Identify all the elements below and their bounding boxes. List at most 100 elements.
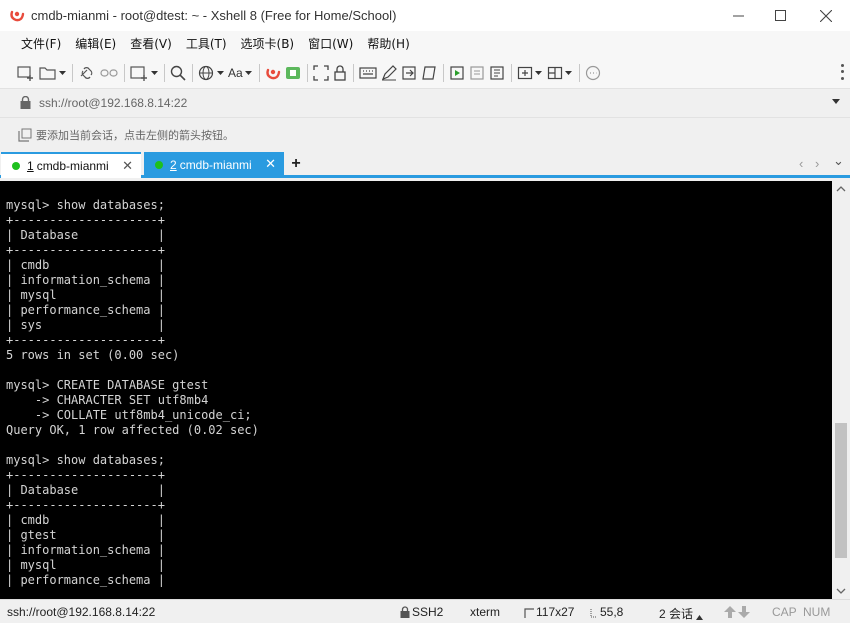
- connected-status-dot: [12, 162, 20, 170]
- open-folder-button[interactable]: [39, 62, 56, 84]
- unlink-icon: [100, 68, 118, 77]
- scroll-thumb[interactable]: [835, 423, 847, 558]
- window-add-icon: [130, 65, 147, 81]
- tab-add-icon: [517, 66, 532, 79]
- encoding-dropdown[interactable]: [216, 62, 224, 84]
- add-tab-button[interactable]: [517, 62, 533, 84]
- toolbar-separator: [578, 63, 580, 82]
- reconnect-button[interactable]: [78, 62, 96, 84]
- close-icon: [820, 9, 832, 22]
- toolbar-separator: [164, 63, 165, 82]
- chat-button[interactable]: [585, 62, 601, 84]
- export-icon: [402, 65, 416, 80]
- open-dropdown[interactable]: [58, 62, 66, 84]
- status-protocol: SSH2: [400, 605, 443, 619]
- sessions-label: 2 会话: [659, 607, 694, 621]
- connected-status-dot: [155, 161, 163, 169]
- hint-text: 要添加当前会话，点击左侧的箭头按钮。: [36, 128, 234, 142]
- print-button[interactable]: [469, 62, 485, 84]
- chevron-down-icon[interactable]: [832, 99, 840, 104]
- lock-icon: [334, 64, 346, 81]
- status-size: 117x27: [524, 605, 574, 619]
- xshell-button[interactable]: [265, 62, 281, 84]
- menu-help[interactable]: 帮助(H): [360, 33, 416, 55]
- maximize-button[interactable]: [758, 0, 802, 31]
- scroll-down-icon[interactable]: [836, 588, 846, 594]
- script-button[interactable]: [421, 62, 437, 84]
- keyboard-button[interactable]: [359, 62, 377, 84]
- address-input[interactable]: [39, 93, 819, 113]
- find-button[interactable]: [170, 62, 186, 84]
- layout-button[interactable]: [547, 62, 563, 84]
- log-start-icon: [450, 65, 464, 80]
- caret-down-icon: [216, 70, 224, 75]
- arrow-down-icon: [738, 606, 750, 618]
- more-options-icon[interactable]: [838, 62, 846, 82]
- minimize-button[interactable]: [716, 0, 760, 31]
- globe-icon: [198, 65, 214, 80]
- xftp-button[interactable]: [285, 62, 301, 84]
- close-window-button[interactable]: [804, 0, 848, 31]
- new-window-button[interactable]: [130, 62, 148, 84]
- toolbar-separator: [352, 63, 354, 82]
- protocol-label: SSH2: [412, 605, 444, 619]
- status-bar: ssh://root@192.168.8.14:22 SSH2 xterm 11…: [0, 599, 850, 623]
- lock-icon: [400, 606, 410, 618]
- toolbar: Aa: [0, 57, 850, 88]
- terminal-area[interactable]: mysql> show databases; +----------------…: [0, 181, 832, 599]
- layout-dropdown[interactable]: [565, 62, 573, 84]
- menu-bar: 文件(F) 编辑(E) 查看(V) 工具(T) 选项卡(B) 窗口(W) 帮助(…: [0, 31, 850, 57]
- menu-view[interactable]: 查看(V): [123, 33, 179, 55]
- tab-label: cmdb-mianmi: [179, 158, 252, 172]
- add-tab-dropdown[interactable]: [535, 62, 543, 84]
- terminal-output: mysql> show databases; +----------------…: [6, 198, 259, 587]
- status-nav[interactable]: [724, 605, 752, 619]
- address-bar: [0, 88, 850, 116]
- tab-label: cmdb-mianmi: [36, 159, 109, 173]
- close-tab-icon[interactable]: ✕: [265, 157, 276, 171]
- toolbar-separator: [192, 63, 193, 82]
- font-dropdown[interactable]: [245, 62, 253, 84]
- pen-icon: [381, 64, 397, 80]
- tab-session-2[interactable]: 2 cmdb-mianmi ✕: [144, 152, 284, 178]
- fullscreen-button[interactable]: [313, 62, 329, 84]
- lock-button[interactable]: [333, 62, 347, 84]
- caret-down-icon: [58, 70, 66, 75]
- encoding-button[interactable]: [198, 62, 214, 84]
- tab-prev-icon[interactable]: ‹: [799, 156, 803, 171]
- new-session-button[interactable]: [17, 62, 35, 84]
- close-tab-icon[interactable]: ✕: [122, 159, 133, 173]
- toolbar-separator: [306, 63, 308, 82]
- status-cursor: 55,8: [590, 605, 623, 619]
- toolbar-separator: [510, 63, 512, 82]
- status-sessions[interactable]: 2 会话: [659, 605, 705, 622]
- cursor-label: 55,8: [600, 605, 624, 619]
- title-bar: cmdb-mianmi - root@dtest: ~ - Xshell 8 (…: [0, 0, 850, 31]
- disconnect-button[interactable]: [100, 62, 118, 84]
- compose-button[interactable]: [489, 62, 505, 84]
- tab-next-icon[interactable]: ›: [815, 156, 819, 171]
- status-caps: CAP: [772, 605, 797, 619]
- menu-file[interactable]: 文件(F): [14, 33, 68, 55]
- transfer-button[interactable]: [401, 62, 417, 84]
- menu-edit[interactable]: 编辑(E): [68, 33, 123, 55]
- tab-session-1[interactable]: 1 cmdb-mianmi ✕: [1, 152, 141, 178]
- tab-number: 1: [27, 159, 34, 173]
- tab-menu-icon[interactable]: ⌄: [833, 153, 844, 169]
- caret-down-icon: [245, 70, 253, 75]
- start-log-button[interactable]: [449, 62, 465, 84]
- add-session-arrow-icon[interactable]: [18, 128, 32, 142]
- caret-up-icon: [696, 615, 704, 620]
- menu-tools[interactable]: 工具(T): [179, 33, 234, 55]
- scroll-up-icon[interactable]: [836, 186, 846, 192]
- window-title: cmdb-mianmi - root@dtest: ~ - Xshell 8 (…: [31, 8, 397, 23]
- menu-window[interactable]: 窗口(W): [301, 33, 360, 55]
- new-tab-button[interactable]: +: [290, 155, 302, 173]
- window-dropdown[interactable]: [150, 62, 158, 84]
- new-session-icon: [17, 65, 33, 81]
- menu-tabs[interactable]: 选项卡(B): [234, 33, 302, 55]
- terminal-scrollbar[interactable]: [832, 181, 850, 599]
- fullscreen-icon: [313, 64, 329, 81]
- highlight-button[interactable]: [381, 62, 397, 84]
- font-button[interactable]: Aa: [228, 62, 243, 84]
